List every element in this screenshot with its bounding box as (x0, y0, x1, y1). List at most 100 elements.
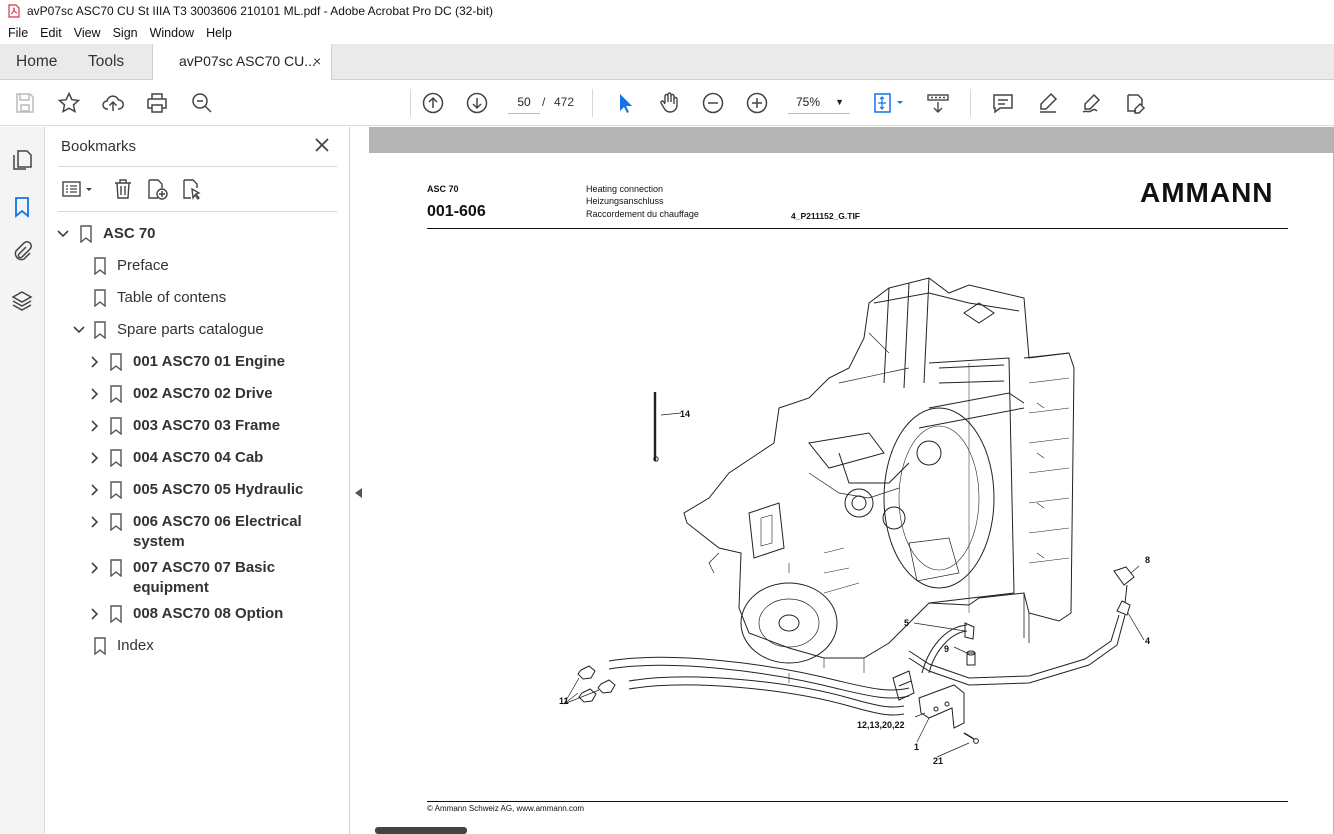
page-number-input[interactable]: 50 (508, 90, 540, 114)
bookmark-item-frame[interactable]: 003 ASC70 03 Frame (88, 416, 280, 436)
bookmark-icon (94, 257, 106, 275)
highlight-icon[interactable] (1036, 91, 1060, 115)
horizontal-scrollbar[interactable] (375, 827, 467, 834)
bookmarks-panel: Bookmarks ASC 70 Preface Table of conten… (46, 127, 350, 834)
star-icon[interactable] (57, 91, 81, 115)
bookmark-item-electrical[interactable]: 006 ASC70 06 Electrical system (88, 512, 313, 552)
bookmark-icon (110, 513, 122, 531)
bookmark-icon (110, 481, 122, 499)
scroll-mode-icon[interactable] (926, 91, 950, 115)
menu-view[interactable]: View (68, 26, 107, 40)
upload-icon[interactable] (101, 91, 125, 115)
chevron-right-icon[interactable] (88, 355, 102, 369)
toolbar-separator (410, 89, 411, 117)
bookmark-label: Preface (117, 257, 169, 274)
window-title: avP07sc ASC70 CU St IIIA T3 3003606 2101… (27, 4, 494, 18)
pages-thumbnail-icon[interactable] (10, 148, 34, 172)
bookmark-options-icon[interactable] (61, 178, 95, 200)
bookmark-item-hydraulic[interactable]: 005 ASC70 05 Hydraulic (88, 480, 303, 500)
close-icon[interactable] (314, 137, 330, 153)
bookmark-label: 008 ASC70 08 Option (133, 605, 284, 622)
bookmark-icon (110, 559, 122, 577)
save-icon[interactable] (13, 91, 37, 115)
menu-window[interactable]: Window (144, 26, 200, 40)
pdf-page: ASC 70 001-606 Heating connection Heizun… (369, 153, 1333, 834)
bookmark-item-table-of-contents[interactable]: Table of contens (93, 288, 226, 308)
document-viewer[interactable]: ASC 70 001-606 Heating connection Heizun… (369, 127, 1334, 834)
doc-footer: © Ammann Schweiz AG, www.ammann.com (427, 804, 585, 813)
tab-tools[interactable]: Tools (88, 44, 124, 79)
select-cursor-icon[interactable] (613, 91, 637, 115)
hand-icon[interactable] (657, 91, 681, 115)
left-navigation-rail (0, 127, 45, 834)
bookmarks-title: Bookmarks (61, 138, 137, 155)
print-icon[interactable] (145, 91, 169, 115)
zoom-in-icon[interactable] (745, 91, 769, 115)
tab-close-button[interactable]: × (313, 44, 321, 79)
menu-edit[interactable]: Edit (34, 26, 68, 40)
bookmark-label: Index (117, 637, 154, 654)
comment-icon[interactable] (991, 91, 1015, 115)
callout-14: 14 (680, 409, 691, 419)
chevron-down-icon[interactable] (56, 227, 70, 241)
chevron-right-icon[interactable] (88, 561, 102, 575)
divider (58, 166, 337, 167)
new-bookmark-icon[interactable] (146, 178, 168, 200)
chevron-right-icon[interactable] (88, 515, 102, 529)
chevron-down-icon: ▼ (835, 97, 844, 107)
zoom-value: 75% (796, 95, 821, 109)
bookmark-item-spare-parts[interactable]: Spare parts catalogue (72, 320, 264, 340)
callout-4: 4 (1145, 636, 1151, 646)
callout-1: 1 (914, 742, 920, 752)
tab-document-label: avP07sc ASC70 CU... (179, 53, 316, 69)
bookmark-icon (110, 385, 122, 403)
chevron-down-icon[interactable] (72, 323, 86, 337)
footer-rule (427, 801, 1288, 802)
main-toolbar (0, 80, 1334, 126)
bookmark-label: 002 ASC70 02 Drive (133, 385, 273, 402)
draw-icon[interactable] (1080, 91, 1104, 115)
chevron-right-icon[interactable] (88, 483, 102, 497)
chevron-right-icon[interactable] (88, 451, 102, 465)
bookmark-icon (94, 289, 106, 307)
collapse-panel-icon[interactable] (352, 486, 366, 500)
page-down-icon[interactable] (465, 91, 489, 115)
chevron-right-icon[interactable] (88, 387, 102, 401)
bookmark-label: 001 ASC70 01 Engine (133, 353, 286, 370)
zoom-out-icon[interactable] (701, 91, 725, 115)
fill-sign-icon[interactable] (1124, 91, 1148, 115)
bookmark-item-drive[interactable]: 002 ASC70 02 Drive (88, 384, 273, 404)
menu-sign[interactable]: Sign (107, 26, 144, 40)
tab-home[interactable]: Home (16, 44, 57, 79)
tab-bar: Home Tools avP07sc ASC70 CU... × (0, 44, 1334, 80)
chevron-right-icon[interactable] (88, 419, 102, 433)
zoom-select[interactable]: 75% ▼ (788, 90, 850, 114)
bookmark-item-asc70[interactable]: ASC 70 (56, 224, 156, 244)
chevron-right-icon[interactable] (88, 607, 102, 621)
bookmark-item-basic-equipment[interactable]: 007 ASC70 07 Basic equipment (88, 558, 293, 598)
delete-icon[interactable] (112, 178, 134, 200)
attachment-icon[interactable] (10, 240, 34, 264)
bookmark-panel-icon[interactable] (10, 195, 34, 219)
tab-document[interactable]: avP07sc ASC70 CU... × (152, 44, 332, 80)
bookmark-item-index[interactable]: Index (93, 636, 154, 656)
callout-5: 5 (904, 618, 910, 628)
callout-11: 11 (559, 696, 569, 706)
bookmark-item-cab[interactable]: 004 ASC70 04 Cab (88, 448, 263, 468)
layers-icon[interactable] (10, 289, 34, 313)
bookmark-label: 004 ASC70 04 Cab (133, 449, 264, 466)
page-up-icon[interactable] (421, 91, 445, 115)
bookmark-item-preface[interactable]: Preface (93, 256, 169, 276)
menu-help[interactable]: Help (200, 26, 238, 40)
callout-21: 21 (933, 756, 944, 766)
bookmark-search-icon[interactable] (181, 178, 203, 200)
callout-9: 9 (944, 644, 950, 654)
bookmark-label: 007 ASC70 07 Basic equipment (133, 559, 276, 596)
bookmark-item-option[interactable]: 008 ASC70 08 Option (88, 604, 283, 624)
bookmark-icon (110, 417, 122, 435)
toolbar-separator (592, 89, 593, 117)
bookmark-item-engine[interactable]: 001 ASC70 01 Engine (88, 352, 285, 372)
menu-file[interactable]: File (0, 26, 34, 40)
zoom-search-icon[interactable] (190, 91, 214, 115)
fit-page-icon[interactable] (872, 91, 906, 115)
